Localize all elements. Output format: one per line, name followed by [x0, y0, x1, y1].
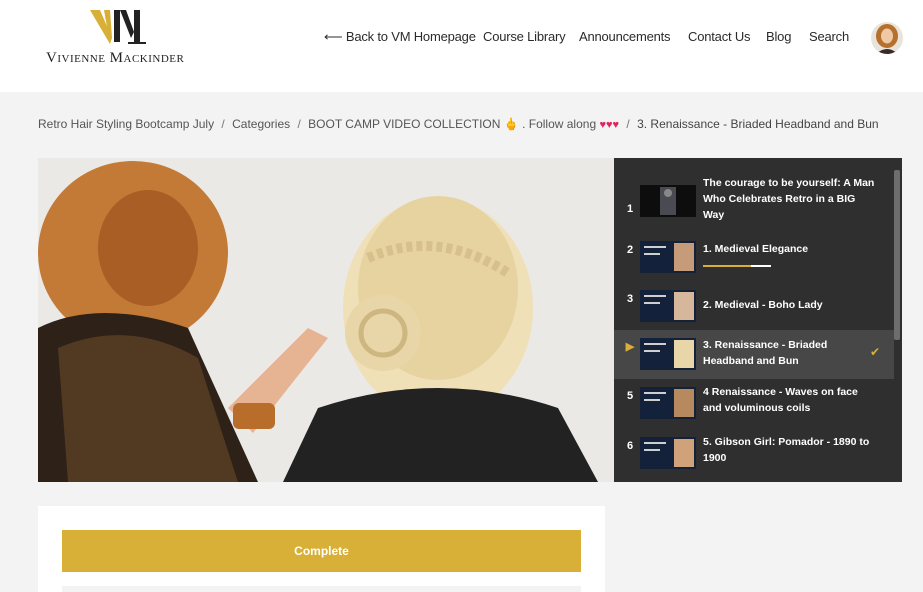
playlist-thumbnail [640, 437, 696, 469]
nav-back-label: Back to VM Homepage [345, 29, 476, 44]
card-divider [62, 586, 581, 592]
playlist-scrollbar[interactable] [894, 170, 900, 340]
breadcrumb-separator: / [297, 117, 301, 131]
playlist-item-title: 5. Gibson Girl: Pomador - 1890 to 1900 [703, 436, 870, 464]
arrow-left-icon: ⟵ [324, 29, 343, 44]
playlist-item[interactable]: 1 The courage to be yourself: A Man Who … [614, 175, 894, 241]
nav-announcements[interactable]: Announcements [579, 29, 671, 44]
nav-back-to-homepage[interactable]: ⟵ Back to VM Homepage [324, 29, 476, 45]
hand-emoji-icon: 🖕 [503, 117, 519, 131]
nav-blog[interactable]: Blog [766, 29, 791, 44]
breadcrumb-current: 3. Renaissance - Briaded Headband and Bu… [637, 117, 879, 131]
breadcrumb-separator: / [221, 117, 225, 131]
breadcrumb-collection-label: BOOT CAMP VIDEO COLLECTION [308, 117, 501, 131]
breadcrumb-follow-along: . Follow along [522, 117, 597, 131]
playlist-item-title: 2. Medieval - Boho Lady [703, 299, 823, 311]
playlist-item-number: 5 [626, 390, 634, 402]
playlist-item-title: 3. Renaissance - Briaded Headband and Bu… [703, 339, 828, 367]
video-frame-image [38, 158, 614, 482]
breadcrumb-course[interactable]: Retro Hair Styling Bootcamp July [38, 117, 214, 131]
playlist-thumbnail [640, 241, 696, 273]
playlist-progress-bar [703, 265, 771, 267]
playlist-item-number: 3 [626, 293, 634, 305]
playlist-item[interactable]: 2 1. Medieval Elegance [614, 241, 894, 290]
breadcrumb-separator: / [626, 117, 630, 131]
complete-button[interactable]: Complete [62, 530, 581, 572]
playlist-item-title: The courage to be yourself: A Man Who Ce… [703, 177, 875, 221]
breadcrumb: Retro Hair Styling Bootcamp July / Categ… [38, 117, 879, 131]
playlist-thumbnail [640, 185, 696, 217]
logo-text: Vivienne Mackinder [46, 50, 185, 66]
playlist-item-number: 6 [626, 440, 634, 452]
nav-course-library[interactable]: Course Library [483, 29, 566, 44]
playlist-item-number: 2 [626, 244, 634, 256]
nav-contact-us[interactable]: Contact Us [688, 29, 751, 44]
playlist-item-active[interactable]: ▶ 3. Renaissance - Briaded Headband and … [614, 330, 894, 379]
breadcrumb-categories[interactable]: Categories [232, 117, 290, 131]
playlist-thumbnail [640, 290, 696, 322]
playlist-thumbnail [640, 387, 696, 419]
playlist-item-title: 1. Medieval Elegance [703, 243, 809, 255]
play-arrow-icon: ▶ [625, 341, 635, 353]
playlist-progress-fill [703, 265, 751, 267]
playlist-item[interactable]: 6 5. Gibson Girl: Pomador - 1890 to 1900 [614, 436, 894, 482]
playlist-item-title: 4 Renaissance - Waves on face and volumi… [703, 386, 858, 414]
breadcrumb-collection[interactable]: BOOT CAMP VIDEO COLLECTION 🖕 . Follow al… [308, 117, 622, 131]
user-avatar[interactable] [871, 22, 903, 54]
lesson-actions-card: Complete [38, 506, 605, 592]
check-icon: ✔ [870, 345, 881, 359]
video-playlist: 1 The courage to be yourself: A Man Who … [614, 158, 902, 482]
playlist-item[interactable]: 5 4 Renaissance - Waves on face and volu… [614, 386, 894, 436]
nav-search[interactable]: Search [809, 29, 849, 44]
logo[interactable]: Vivienne Mackinder [46, 8, 196, 68]
video-player[interactable] [38, 158, 614, 482]
playlist-item-number: 1 [626, 203, 634, 215]
hearts-icon: ♥♥♥ [599, 119, 620, 131]
playlist-thumbnail [640, 338, 696, 370]
vm-monogram-icon [90, 10, 146, 44]
site-header: Vivienne Mackinder ⟵ Back to VM Homepage… [0, 0, 923, 92]
